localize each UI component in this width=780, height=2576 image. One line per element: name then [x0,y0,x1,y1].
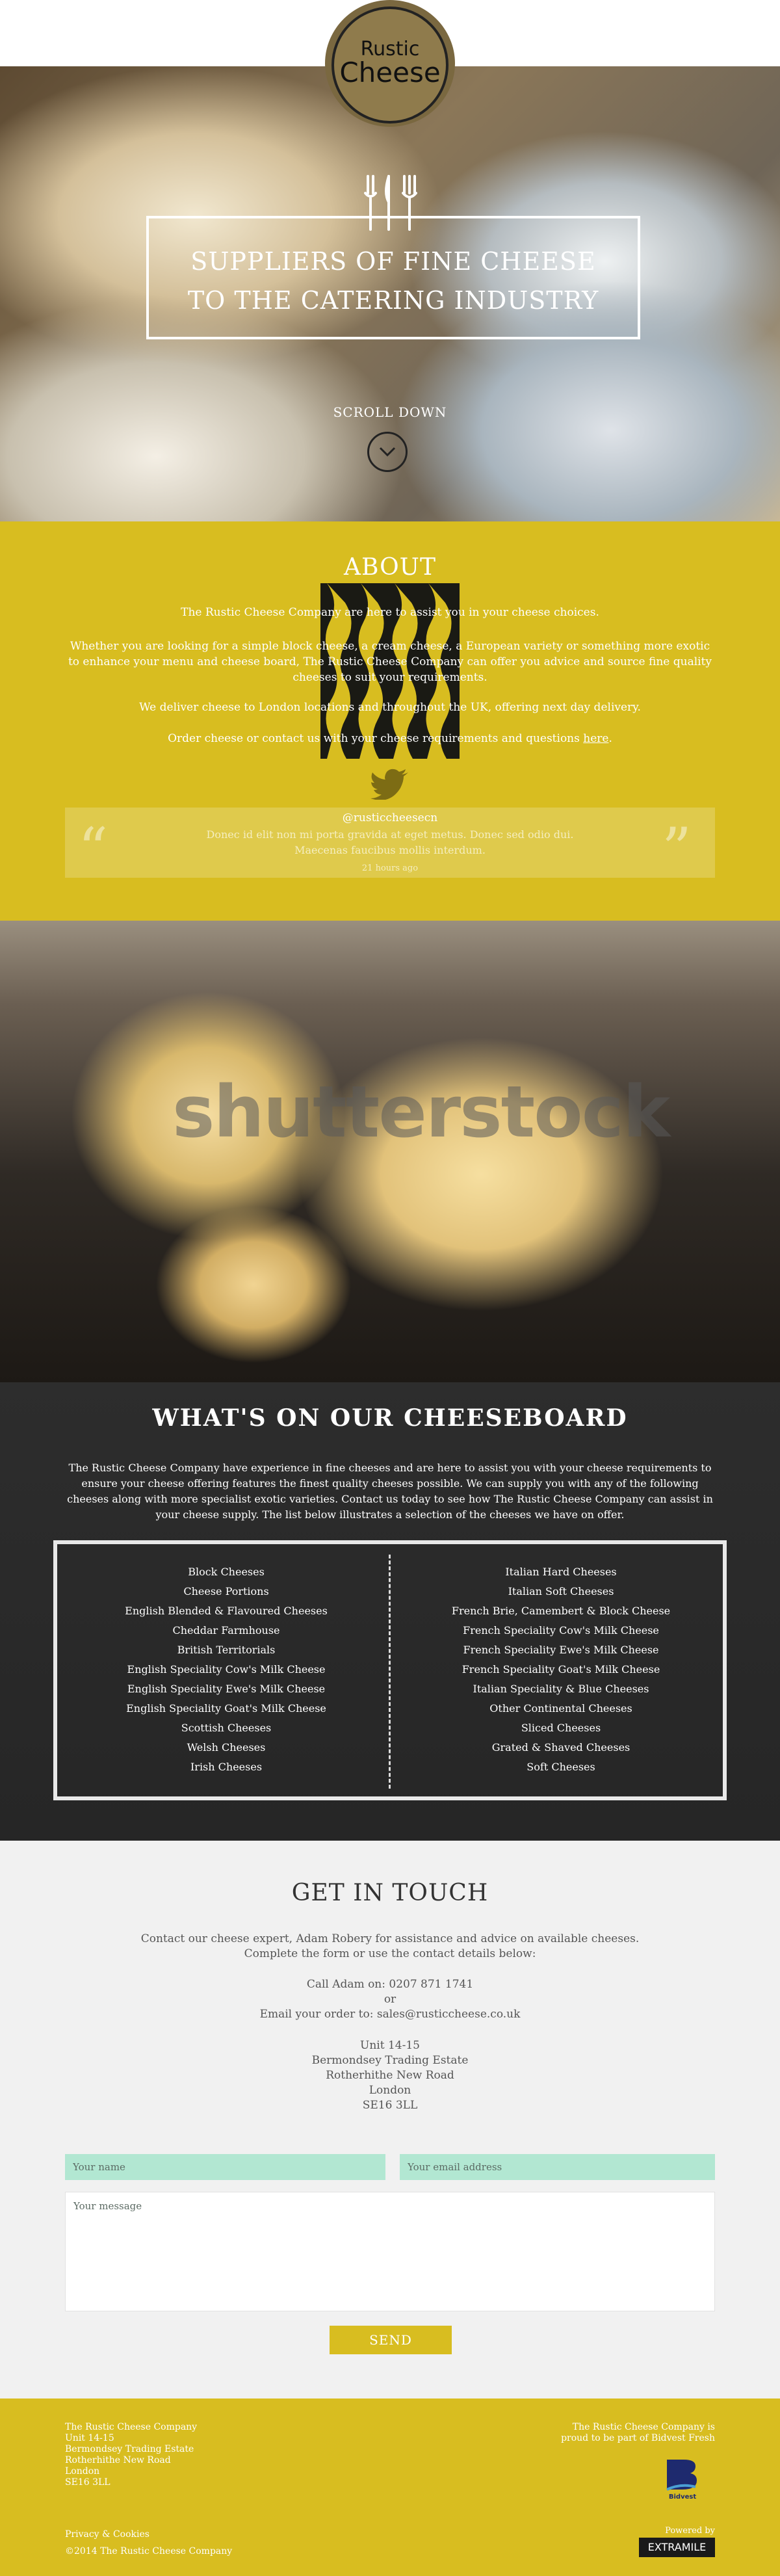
list-item: Italian Speciality & Blue Cheeses [473,1683,649,1695]
list-item: English Speciality Goat's Milk Cheese [126,1702,326,1715]
list-item: Scottish Cheeses [181,1722,272,1734]
tweet-card: “ ” @rusticcheesecn Donec id elit non mi… [65,808,715,879]
list-item: French Speciality Ewe's Milk Cheese [463,1644,659,1656]
site-footer: The Rustic Cheese Company Unit 14-15 Ber… [0,2399,780,2576]
list-item: Cheddar Farmhouse [172,1624,280,1636]
twitter-bird-icon[interactable] [370,769,410,800]
address-line: Bermondsey Trading Estate [311,2054,469,2067]
message-input[interactable] [65,2192,715,2311]
list-divider [389,1555,391,1789]
address-line: Rotherhithe New Road [326,2069,454,2082]
cheeseboard-intro: The Rustic Cheese Company have experienc… [67,1462,713,1521]
name-input[interactable] [65,2154,385,2180]
list-item: English Speciality Ewe's Milk Cheese [127,1683,326,1695]
cheeseboard-heading: WHAT'S ON OUR CHEESEBOARD [152,1404,628,1432]
about-order-suffix: . [608,732,612,745]
tweet-text: Donec id elit non mi porta gravida at eg… [206,828,574,856]
about-order-text: Order cheese or contact us with your che… [168,732,584,745]
list-item: British Territorials [177,1644,276,1656]
parmesan-photo: shutterstock [0,921,780,1382]
address-line: SE16 3LL [362,2099,418,2112]
email-input[interactable] [400,2154,715,2180]
privacy-link[interactable]: Privacy & Cookies [65,2526,232,2543]
list-item: Irish Cheeses [190,1761,263,1773]
contact-section: GET IN TOUCH Contact our cheese expert, … [0,1841,780,2399]
about-section: ABOUT The Rustic Cheese Company are here… [0,521,780,921]
contact-intro-1: Contact our cheese expert, Adam Robery f… [140,1932,640,1945]
about-paragraph-1: The Rustic Cheese Company are here to as… [181,606,599,619]
footer-links: Privacy & Cookies ©2014 The Rustic Chees… [65,2526,232,2560]
hero-title-line-2: TO THE CATERING INDUSTRY [187,286,599,315]
site-logo[interactable]: Rustic Cheese [325,0,455,127]
list-item: Other Continental Cheeses [489,1702,632,1715]
footer-address-line: SE16 3LL [65,2477,110,2488]
about-contact-link[interactable]: here [583,732,608,745]
hero-title: SUPPLIERS OF FINE CHEESE TO THE CATERING… [146,242,640,320]
logo-line-2: Cheese [339,57,441,88]
contact-intro-2: Complete the form or use the contact det… [244,1947,536,1960]
list-item: Soft Cheeses [526,1761,595,1773]
list-item: English Speciality Cow's Milk Cheese [127,1663,326,1676]
about-paragraph-3: We deliver cheese to London locations an… [139,701,641,714]
list-item: French Brie, Camembert & Block Cheese [451,1605,671,1617]
address-line: London [369,2084,411,2097]
photo-watermark: shutterstock [172,1070,670,1153]
tweet-time: 21 hours ago [361,863,419,873]
bidvest-label: Bidvest [669,2493,696,2501]
list-item: French Speciality Cow's Milk Cheese [463,1624,659,1636]
scroll-down-button[interactable] [367,432,408,472]
cheese-list-frame: Block Cheeses Cheese Portions English Bl… [53,1540,727,1800]
send-button[interactable]: SEND [330,2326,452,2354]
footer-address: The Rustic Cheese Company Unit 14-15 Ber… [65,2422,197,2488]
footer-address-line: The Rustic Cheese Company [65,2422,198,2432]
bidvest-note: The Rustic Cheese Company is proud to be… [561,2422,715,2443]
about-heading: ABOUT [344,554,436,581]
contact-phone[interactable]: Call Adam on: 0207 871 1741 [0,1977,780,1992]
copyright-text: ©2014 The Rustic Cheese Company [65,2546,233,2556]
footer-address-line: Bermondsey Trading Estate [65,2444,194,2454]
about-paragraph-2: Whether you are looking for a simple blo… [68,640,712,684]
list-item: Block Cheeses [188,1566,265,1578]
cheese-list-left: Block Cheeses Cheese Portions English Bl… [77,1562,376,1777]
footer-address-line: Rotherhithe New Road [65,2455,171,2465]
address-line: Unit 14-15 [360,2039,420,2052]
scroll-down-label[interactable]: SCROLL DOWN [325,404,455,420]
cheeseboard-section: WHAT'S ON OUR CHEESEBOARD The Rustic Che… [0,1382,780,1841]
list-item: Welsh Cheeses [187,1741,266,1754]
list-item: English Blended & Flavoured Cheeses [125,1605,328,1617]
contact-heading: GET IN TOUCH [291,1880,489,1906]
contact-email[interactable]: Email your order to: sales@rusticcheese.… [0,2007,780,2022]
chevron-down-icon [379,447,396,457]
contact-or: or [384,1993,396,2006]
about-paragraph-4: Order cheese or contact us with your che… [65,731,715,746]
list-item: Italian Hard Cheeses [505,1566,617,1578]
bidvest-logo[interactable]: Bidvest [663,2457,702,2503]
extramile-logo[interactable]: EXTRAMILE [639,2538,715,2557]
list-item: French Speciality Goat's Milk Cheese [462,1663,660,1676]
hero-banner: SUPPLIERS OF FINE CHEESE TO THE CATERING… [0,66,780,521]
powered-by-label: Powered by [665,2526,715,2536]
list-item: Italian Soft Cheeses [508,1585,614,1597]
cheese-list-right: Italian Hard Cheeses Italian Soft Cheese… [411,1562,710,1777]
footer-address-line: London [65,2466,100,2477]
list-item: Sliced Cheeses [521,1722,601,1734]
tweet-handle[interactable]: @rusticcheesecn [65,811,715,824]
hero-title-line-1: SUPPLIERS OF FINE CHEESE [190,247,596,276]
list-item: Grated & Shaved Cheeses [491,1741,630,1754]
footer-address-line: Unit 14-15 [65,2433,114,2443]
list-item: Cheese Portions [183,1585,269,1597]
